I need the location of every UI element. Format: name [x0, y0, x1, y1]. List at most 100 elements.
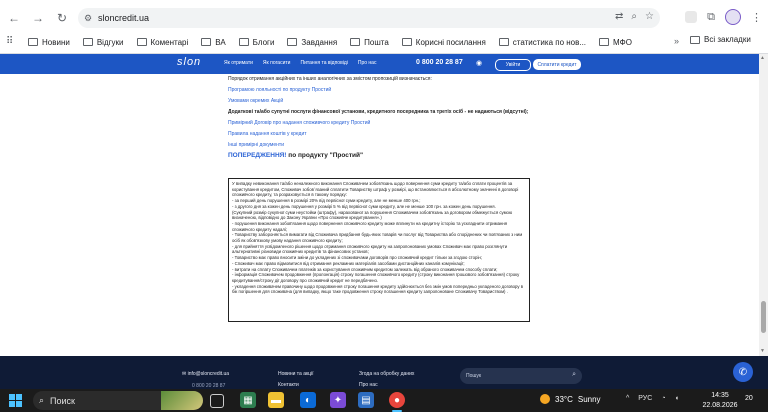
site-info-icon[interactable]: ⚙ [78, 13, 98, 24]
folder-icon [287, 38, 298, 46]
warning-heading: ПОПЕРЕДЖЕННЯ! по продукту "Простий" [228, 152, 538, 159]
bookmark-folder[interactable]: МФО [599, 38, 632, 47]
info-text: Порядок отримання акційних та інших анал… [228, 76, 432, 82]
back-icon[interactable]: ← [4, 8, 24, 28]
warning-product: по продукту "Простий" [286, 152, 364, 159]
notice-paragraph: - інформація Споживачем продовження (про… [232, 272, 520, 283]
chrome-icon[interactable]: ● [389, 392, 405, 408]
search-icon[interactable]: ⌕ [572, 371, 576, 379]
windows-start-icon[interactable] [9, 394, 22, 407]
profile-avatar[interactable] [725, 9, 741, 25]
web-page: slon Як отримати Як погасити Питання та … [0, 54, 768, 356]
bookmarks-overflow-button[interactable]: » [674, 36, 679, 46]
footer-contacts-link[interactable]: Контакти [278, 382, 299, 388]
nav-faq[interactable]: Питання та відповіді [300, 60, 347, 66]
zoom-icon[interactable]: ⌕ [631, 11, 637, 22]
bookmark-folder[interactable]: Завдання [287, 38, 337, 47]
folder-icon [401, 38, 412, 46]
reload-icon[interactable]: ↻ [52, 8, 72, 28]
weather-widget[interactable]: 33°C Sunny [540, 394, 601, 404]
pay-credit-button[interactable]: Сплатити кредит [533, 59, 581, 70]
extension-icon[interactable] [685, 11, 698, 23]
sun-icon [540, 394, 550, 404]
notification-badge[interactable]: 20 [745, 395, 753, 402]
folder-icon [690, 35, 700, 44]
toolbar-right: ⧉ ⋮ [685, 9, 762, 25]
address-bar[interactable]: ⚙ sloncredit.ua ⇄ ⌕ ☆ [78, 8, 660, 28]
folder-icon [498, 38, 509, 46]
bookmark-folder[interactable]: Пошта [350, 38, 389, 47]
folder-icon [599, 38, 610, 46]
bookmark-folder[interactable]: ВА [201, 38, 226, 47]
bookmark-folder[interactable]: Коментарі [136, 38, 188, 47]
warning-notice-box: У випадку невиконання та/або неналежного… [228, 178, 530, 322]
file-explorer-icon[interactable]: ▬ [268, 392, 284, 408]
folder-icon [82, 38, 93, 46]
apps-grid-icon[interactable]: ⠿ [6, 37, 18, 47]
additional-services-text: Додаткові та/або супутні послуги фінансо… [228, 109, 529, 115]
footer-email[interactable]: ✉ info@sloncredit.ua [182, 371, 229, 377]
sample-contract-link[interactable]: Примірний Договір про надання споживчого… [228, 120, 538, 127]
promo-terms-link[interactable]: Умовами окремих Акцій [228, 98, 538, 105]
translate-icon[interactable]: ⇄ [615, 11, 623, 22]
volume-icon[interactable]: ◖ [675, 395, 679, 402]
app-icon[interactable]: ▦ [240, 392, 256, 408]
footer-news-link[interactable]: Новини та акції [278, 371, 314, 377]
lending-rules-link[interactable]: Правила надання коштів у кредит [228, 131, 538, 138]
nav-about[interactable]: Про нас [358, 60, 377, 66]
notice-paragraph: - Товариству забороняється вимагати від … [232, 232, 523, 244]
notice-paragraph: - Товариство має право вносити зміни до … [232, 255, 482, 261]
scroll-down-icon[interactable]: ▼ [760, 348, 765, 354]
nav-how-to-repay[interactable]: Як погасити [263, 60, 291, 66]
login-button[interactable]: Увійти [495, 59, 531, 71]
bookmark-folder[interactable]: Новини [28, 38, 70, 47]
other-documents-link[interactable]: Інші примірні документи [228, 142, 538, 149]
notice-paragraph: - укладення споживачем правочину щодо пр… [232, 283, 524, 295]
bookmark-folder[interactable]: статистика по нов... [498, 38, 586, 47]
site-footer: ✉ info@sloncredit.ua 0 800 20 28 87 Нови… [0, 356, 768, 393]
folder-icon [238, 38, 249, 46]
app-icon[interactable]: ▤ [358, 392, 374, 408]
bookmark-folder[interactable]: Відгуки [82, 38, 124, 47]
scrollbar-thumb[interactable] [761, 301, 766, 333]
chat-icon[interactable]: ✆ [733, 362, 753, 382]
edge-icon[interactable]: ◐ [300, 392, 316, 408]
footer-search-input[interactable]: Пошук ⌕ [460, 368, 582, 384]
chevron-up-icon[interactable]: ^ [626, 395, 629, 402]
all-bookmarks-button[interactable]: Всі закладки [690, 35, 751, 44]
site-nav: Як отримати Як погасити Питання та відпо… [224, 60, 376, 66]
folder-icon [350, 38, 361, 46]
system-tray: ^ РУС ◔ ◖ [626, 395, 679, 402]
warning-label: ПОПЕРЕДЖЕННЯ! [228, 152, 287, 159]
nav-how-to-get[interactable]: Як отримати [224, 60, 253, 66]
scroll-up-icon[interactable]: ▲ [760, 55, 765, 61]
footer-consent-link[interactable]: Згода на обробку даних [359, 371, 414, 377]
taskbar-clock[interactable]: 14:35 22.08.2026 [700, 391, 740, 411]
copilot-icon[interactable]: ✦ [330, 392, 346, 408]
network-icon[interactable]: ◔ [661, 395, 665, 402]
notice-paragraph: - порушення виконання зобов'язання щодо … [232, 220, 508, 232]
forward-icon[interactable]: → [28, 8, 48, 28]
taskbar-search[interactable]: ⌕ Поиск [33, 391, 203, 410]
language-indicator[interactable]: РУС [638, 395, 652, 402]
loyalty-program-link[interactable]: Програмою лояльності по продукту Простий [228, 87, 538, 94]
navigation-bar: ← → ↻ ⚙ sloncredit.ua ⇄ ⌕ ☆ ⧉ ⋮ [0, 5, 768, 31]
site-logo[interactable]: slon [177, 56, 201, 68]
task-view-icon[interactable] [210, 394, 224, 408]
extensions-icon[interactable]: ⧉ [707, 11, 715, 24]
search-icon: ⌕ [39, 395, 45, 405]
accessibility-eye-icon[interactable]: ◉ [476, 59, 482, 67]
folder-icon [28, 38, 38, 46]
folder-icon [201, 38, 212, 46]
footer-about-link[interactable]: Про нас [359, 382, 378, 388]
notice-paragraph: - з другого дня за кожен день порушення … [232, 203, 496, 209]
site-header: slon Як отримати Як погасити Питання та … [0, 54, 768, 74]
windows-taskbar: ⌕ Поиск ▦ ▬ ◐ ✦ ▤ ● 33°C Sunny ^ РУС ◔ ◖… [0, 389, 768, 412]
bookmark-folder[interactable]: Корисні посилання [401, 38, 486, 47]
browser-chrome: ← → ↻ ⚙ sloncredit.ua ⇄ ⌕ ☆ ⧉ ⋮ ⠿ Новини… [0, 0, 768, 54]
bookmark-star-icon[interactable]: ☆ [645, 11, 654, 22]
notice-paragraph: - для прийняття усвідомленого рішення що… [232, 243, 508, 255]
bookmark-folder[interactable]: Блоги [238, 38, 274, 47]
menu-icon[interactable]: ⋮ [751, 11, 762, 24]
site-phone[interactable]: 0 800 20 28 87 [416, 59, 463, 66]
